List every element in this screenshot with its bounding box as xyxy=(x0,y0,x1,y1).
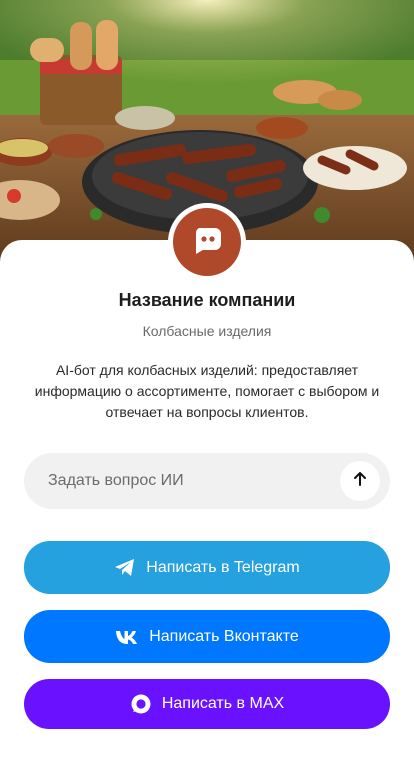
ask-ai-field xyxy=(24,453,390,509)
arrow-up-icon xyxy=(352,471,368,492)
chat-bot-icon xyxy=(190,223,224,262)
avatar xyxy=(168,203,246,281)
telegram-button[interactable]: Написать в Telegram xyxy=(24,541,390,594)
max-button[interactable]: Написать в MAX xyxy=(24,679,390,729)
company-description: AI-бот для колбасных изделий: предоставл… xyxy=(34,362,380,420)
max-button-label: Написать в MAX xyxy=(161,695,285,712)
vk-button[interactable]: Написать Вконтакте xyxy=(24,610,390,663)
avatar-circle xyxy=(173,208,241,276)
company-category: Колбасные изделия xyxy=(142,323,272,339)
telegram-icon xyxy=(114,558,136,578)
ask-send-button[interactable] xyxy=(340,461,380,501)
vk-button-label: Написать Вконтакте xyxy=(149,627,299,645)
ask-ai-input[interactable] xyxy=(24,453,334,509)
vk-icon xyxy=(115,629,139,645)
telegram-button-label: Написать в Telegram xyxy=(146,558,300,576)
max-icon xyxy=(130,693,152,715)
company-name: Название компании xyxy=(118,290,296,310)
